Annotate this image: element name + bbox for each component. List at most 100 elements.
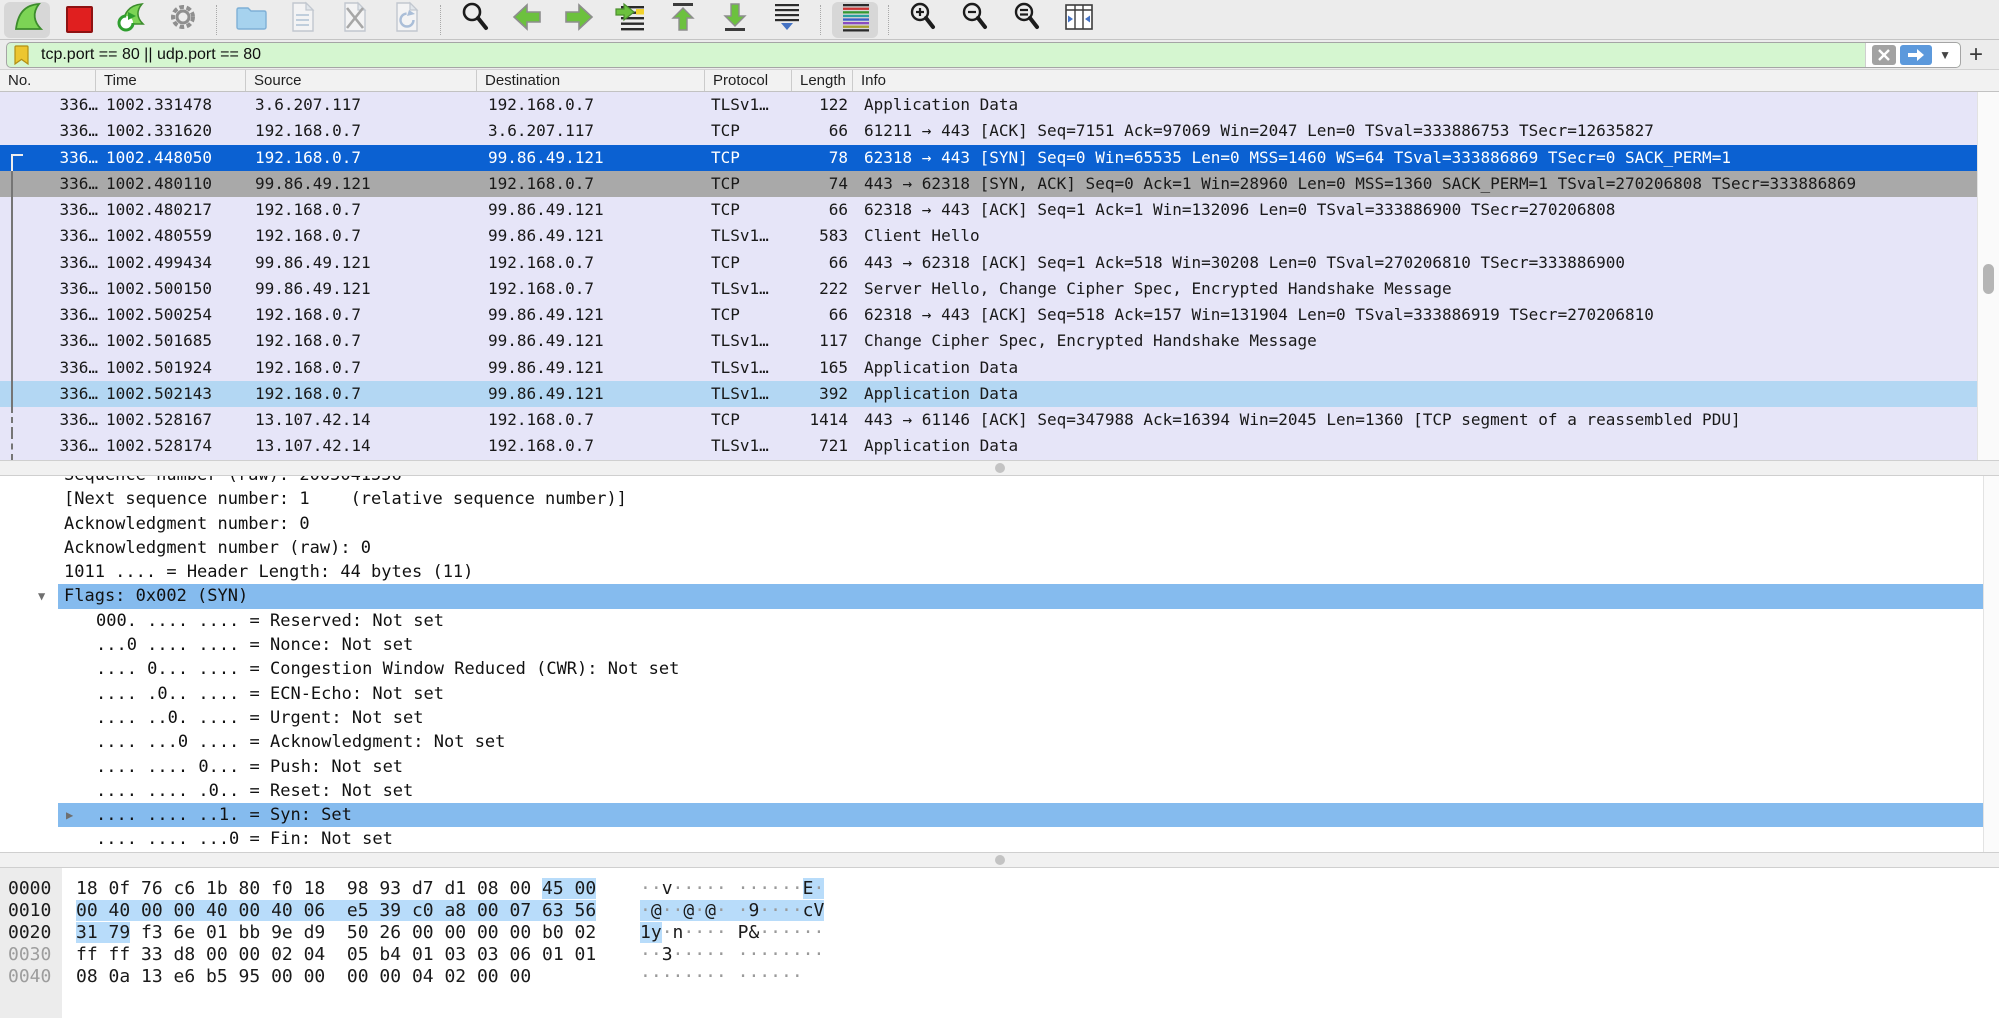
restart-capture-button[interactable] (108, 2, 154, 38)
details-bytes-splitter[interactable] (0, 852, 1999, 868)
packet-cell-time: 1002.502143 (98, 381, 246, 407)
go-to-first-packet-button[interactable] (660, 2, 706, 38)
filter-dropdown-chevron-icon[interactable]: ▼ (1936, 48, 1954, 62)
filter-add-button[interactable]: + (1961, 42, 1991, 68)
packet-cell-src: 192.168.0.7 (246, 328, 477, 354)
packet-row[interactable]: 336…1002.49943499.86.49.121192.168.0.7TC… (0, 250, 1977, 276)
packet-cell-len: 66 (792, 250, 848, 276)
packet-row[interactable]: 336…1002.48011099.86.49.121192.168.0.7TC… (0, 171, 1977, 197)
collapse-arrow-icon[interactable]: ▼ (38, 584, 45, 608)
column-header-length[interactable]: Length (792, 70, 853, 91)
hex-bytes[interactable]: 08 0a 13 e6 b5 95 00 00 00 00 04 02 00 0… (76, 966, 531, 988)
detail-line[interactable]: ▼Flags: 0x002 (SYN) (0, 584, 1983, 608)
detail-line[interactable]: .... ..0. .... = Urgent: Not set (0, 706, 1999, 730)
detail-line[interactable]: Acknowledgment number (raw): 0 (0, 536, 1999, 560)
column-header-info[interactable]: Info (853, 70, 1999, 91)
go-forward-button[interactable] (556, 2, 602, 38)
packet-row[interactable]: 336…1002.500254192.168.0.799.86.49.121TC… (0, 302, 1977, 328)
display-filter-input[interactable]: tcp.port == 80 || udp.port == 80 ▼ (6, 42, 1961, 68)
detail-line[interactable]: ▶.... .... ..1. = Syn: Set (0, 803, 1983, 827)
packet-row[interactable]: 336…1002.480217192.168.0.799.86.49.121TC… (0, 197, 1977, 223)
packet-row[interactable]: 336…1002.501685192.168.0.799.86.49.121TL… (0, 328, 1977, 354)
detail-line[interactable]: Sequence number (raw): 2005041556 (0, 476, 1999, 487)
filter-controls: ▼ (1865, 43, 1960, 67)
detail-line[interactable]: .... .... .0.. = Reset: Not set (0, 779, 1999, 803)
packet-row[interactable]: 336…1002.448050192.168.0.799.86.49.121TC… (0, 145, 1977, 171)
column-header-time[interactable]: Time (96, 70, 246, 91)
column-header-no[interactable]: No. (0, 70, 96, 91)
details-scrollbar[interactable] (1983, 476, 1999, 852)
packet-list-scrollbar[interactable] (1977, 92, 1999, 460)
open-capture-button[interactable] (228, 2, 274, 38)
reload-capture-button[interactable] (384, 2, 430, 38)
list-details-splitter[interactable] (0, 460, 1999, 476)
packet-row[interactable]: 336…1002.502143192.168.0.799.86.49.121TL… (0, 381, 1977, 407)
hex-bytes[interactable]: 18 0f 76 c6 1b 80 f0 18 98 93 d7 d1 08 0… (76, 878, 596, 900)
packet-cell-info: 443 → 61146 [ACK] Seq=347988 Ack=16394 W… (848, 407, 1977, 433)
filter-apply-button[interactable] (1900, 45, 1932, 65)
packet-row[interactable]: 336…1002.52817413.107.42.14192.168.0.7TL… (0, 433, 1977, 459)
stop-capture-button[interactable] (56, 2, 102, 38)
detail-line[interactable]: 1011 .... = Header Length: 44 bytes (11) (0, 560, 1999, 584)
shark-fin-start-icon (10, 0, 44, 39)
hex-bytes[interactable]: 00 40 00 00 40 00 40 06 e5 39 c0 a8 00 0… (76, 900, 596, 922)
filter-bookmark-icon[interactable] (14, 45, 29, 65)
hex-ascii[interactable]: ··3····· ········ (640, 944, 824, 966)
packet-row[interactable]: 336…1002.501924192.168.0.799.86.49.121TL… (0, 355, 1977, 381)
packet-row[interactable]: 336…1002.480559192.168.0.799.86.49.121TL… (0, 223, 1977, 249)
packet-cell-info: 62318 → 443 [ACK] Seq=518 Ack=157 Win=13… (848, 302, 1977, 328)
column-header-source[interactable]: Source (246, 70, 477, 91)
packet-cell-proto: TLSv1… (705, 92, 792, 118)
hex-ascii[interactable]: 1y·n···· P&······ (640, 922, 824, 944)
capture-options-button[interactable] (160, 2, 206, 38)
save-file-icon (287, 0, 319, 39)
close-capture-button[interactable] (332, 2, 378, 38)
hex-ascii[interactable]: ·@··@·@· ·9····cV (640, 900, 824, 922)
start-capture-button[interactable] (4, 2, 50, 38)
go-to-last-packet-button[interactable] (712, 2, 758, 38)
detail-line[interactable]: .... 0... .... = Congestion Window Reduc… (0, 657, 1999, 681)
hex-bytes[interactable]: 31 79 f3 6e 01 bb 9e d9 50 26 00 00 00 0… (76, 922, 596, 944)
zoom-in-button[interactable] (900, 2, 946, 38)
zoom-100-button[interactable] (1004, 2, 1050, 38)
detail-line[interactable]: .... .... ...0 = Fin: Not set (0, 827, 1999, 851)
go-to-packet-button[interactable] (608, 2, 654, 38)
hex-row[interactable]: 002031 79 f3 6e 01 bb 9e d9 50 26 00 00 … (0, 922, 1999, 944)
zoom-out-button[interactable] (952, 2, 998, 38)
packet-cell-info: 61211 → 443 [ACK] Seq=7151 Ack=97069 Win… (848, 118, 1977, 144)
detail-line[interactable]: .... .0.. .... = ECN-Echo: Not set (0, 682, 1999, 706)
hex-ascii[interactable]: ········ ······ (640, 966, 803, 988)
column-header-destination[interactable]: Destination (477, 70, 705, 91)
hex-ascii[interactable]: ··v····· ······E· (640, 878, 824, 900)
detail-line[interactable]: .... .... 0... = Push: Not set (0, 755, 1999, 779)
detail-text: Sequence number (raw): 2005041556 (64, 476, 402, 485)
packet-row[interactable]: 336…1002.331620192.168.0.73.6.207.117TCP… (0, 118, 1977, 144)
filter-clear-button[interactable] (1872, 45, 1896, 65)
hex-bytes[interactable]: ff ff 33 d8 00 00 02 04 05 b4 01 03 03 0… (76, 944, 596, 966)
find-packet-button[interactable] (452, 2, 498, 38)
scrollbar-thumb[interactable] (1983, 264, 1994, 294)
last-packet-icon (718, 0, 752, 39)
detail-line[interactable]: ...0 .... .... = Nonce: Not set (0, 633, 1999, 657)
packet-cell-proto: TLSv1… (705, 328, 792, 354)
colorize-button[interactable] (832, 2, 878, 38)
hex-row[interactable]: 0030ff ff 33 d8 00 00 02 04 05 b4 01 03 … (0, 944, 1999, 966)
save-capture-button[interactable] (280, 2, 326, 38)
hex-row[interactable]: 001000 40 00 00 40 00 40 06 e5 39 c0 a8 … (0, 900, 1999, 922)
packet-row[interactable]: 336…1002.50015099.86.49.121192.168.0.7TL… (0, 276, 1977, 302)
detail-line[interactable]: [Next sequence number: 1 (relative seque… (0, 487, 1999, 511)
detail-line[interactable]: Acknowledgment number: 0 (0, 512, 1999, 536)
hex-row[interactable]: 000018 0f 76 c6 1b 80 f0 18 98 93 d7 d1 … (0, 878, 1999, 900)
column-header-protocol[interactable]: Protocol (705, 70, 792, 91)
filter-expression-text[interactable]: tcp.port == 80 || udp.port == 80 (41, 46, 261, 64)
packet-cell-src: 13.107.42.14 (246, 407, 477, 433)
hex-row[interactable]: 004008 0a 13 e6 b5 95 00 00 00 00 04 02 … (0, 966, 1999, 988)
go-back-button[interactable] (504, 2, 550, 38)
detail-line[interactable]: 000. .... .... = Reserved: Not set (0, 609, 1999, 633)
packet-row[interactable]: 336…1002.52816713.107.42.14192.168.0.7TC… (0, 407, 1977, 433)
expand-arrow-icon[interactable]: ▶ (66, 803, 73, 827)
packet-row[interactable]: 336…1002.3314783.6.207.117192.168.0.7TLS… (0, 92, 1977, 118)
resize-columns-button[interactable] (1056, 2, 1102, 38)
auto-scroll-button[interactable] (764, 2, 810, 38)
detail-line[interactable]: .... ...0 .... = Acknowledgment: Not set (0, 730, 1999, 754)
